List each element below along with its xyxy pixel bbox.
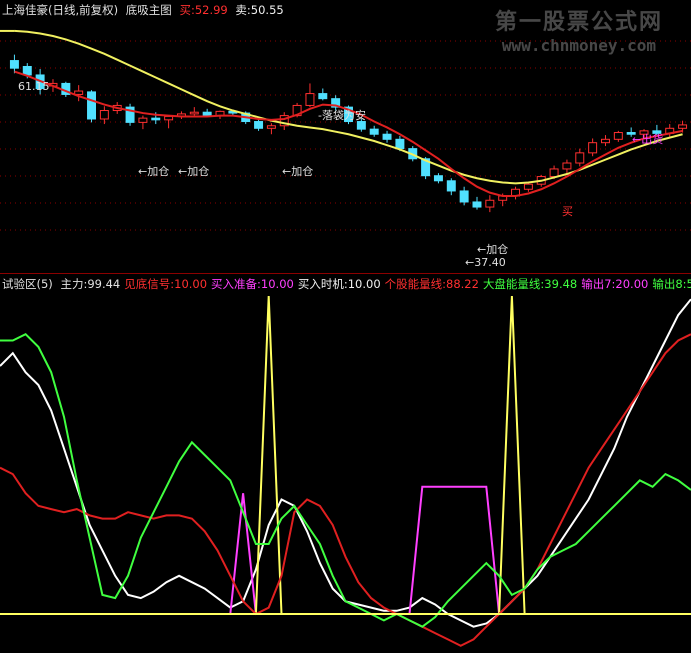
- candle-body: [562, 162, 572, 170]
- candle-body: [459, 190, 469, 203]
- low-price-label: ←37.40: [465, 256, 506, 269]
- indicator-legend-item: 见底信号:10.00: [124, 277, 208, 291]
- add-position-label-4: ←加仓: [477, 243, 509, 256]
- candle-body: [189, 111, 199, 115]
- indicator-pane[interactable]: 试验区(5) 主力:99.44 见底信号:10.00 买入准备:10.00 买入时机:…: [0, 276, 691, 653]
- candle-body: [485, 199, 495, 208]
- candle-body: [549, 168, 559, 178]
- candle-body: [369, 128, 379, 135]
- main-chart-pane[interactable]: 上海佳豪(日线,前复权) 底吸主图 买:52.99 卖:50.55 第一股票公式…: [0, 0, 691, 272]
- candle-body: [600, 138, 610, 144]
- candle-body: [588, 142, 598, 154]
- candle-body: [395, 138, 405, 150]
- pane-divider[interactable]: [0, 273, 691, 274]
- candle-body: [613, 132, 623, 140]
- indicator-legend-item: 买入时机:10.00: [297, 277, 381, 291]
- indicator-legend-item: 个股能量线:88.22: [384, 277, 479, 291]
- candle-body: [138, 117, 148, 123]
- candle-body: [446, 180, 456, 192]
- candle-body: [202, 111, 212, 117]
- candle-body: [254, 121, 264, 129]
- watermark-title: 第一股票公式网: [494, 10, 663, 35]
- add-position-label-2: ←加仓: [178, 165, 210, 178]
- candle-body: [99, 110, 109, 120]
- candle-body: [575, 152, 585, 164]
- indicator-legend-item: 买入准备:10.00: [211, 277, 294, 291]
- series-line: [0, 332, 691, 628]
- candle-body: [305, 93, 315, 106]
- series-line: [0, 295, 691, 615]
- take-profit-label: -落袋为安: [318, 109, 366, 122]
- high-price-label: 61.15: [18, 80, 50, 93]
- indicator-title: 试验区(5): [2, 277, 53, 291]
- candle-body: [523, 183, 533, 190]
- buy-mark-label: 买: [562, 205, 573, 218]
- candle-body: [164, 115, 174, 121]
- stock-name: 上海佳豪(日线,前复权): [2, 3, 119, 17]
- add-position-label-3: ←加仓: [282, 165, 314, 178]
- indicator-name: 底吸主图: [125, 3, 172, 17]
- candle-body: [151, 117, 161, 121]
- indicator-legend: 试验区(5) 主力:99.44 见底信号:10.00 买入准备:10.00 买入时机:…: [2, 276, 691, 292]
- series-line: [0, 298, 691, 628]
- indicator-legend-item: 输出7:20.00: [581, 277, 649, 291]
- sell-value: 卖:50.55: [235, 3, 284, 17]
- candle-body: [87, 91, 97, 120]
- buy-value: 买:52.99: [179, 3, 228, 17]
- watermark: 第一股票公式网 www.chnmoney.com: [495, 4, 663, 55]
- indicator-legend-item: 大盘能量线:39.48: [482, 277, 578, 291]
- indicator-legend-item: 输出8:50: [652, 277, 691, 291]
- sell-out-label: ←出货: [632, 133, 664, 146]
- candle-body: [22, 65, 32, 76]
- indicator-legend-item: 主力:99.44: [60, 277, 121, 291]
- add-position-label-1: ←加仓: [138, 165, 170, 178]
- candle-body: [9, 60, 19, 69]
- main-legend: 上海佳豪(日线,前复权) 底吸主图 买:52.99 卖:50.55: [2, 2, 288, 18]
- candle-body: [266, 125, 276, 129]
- series-line: [0, 333, 691, 647]
- candle-body: [678, 124, 688, 129]
- indicator-canvas[interactable]: [0, 276, 691, 653]
- candle-body: [382, 133, 392, 140]
- watermark-url: www.chnmoney.com: [501, 36, 657, 55]
- candle-body: [472, 201, 482, 208]
- candle-body: [318, 93, 328, 100]
- indicator-legend-items: 主力:99.44 见底信号:10.00 买入准备:10.00 买入时机:10.00 个股…: [60, 277, 691, 291]
- candle-body: [74, 90, 84, 95]
- candle-body: [433, 175, 443, 182]
